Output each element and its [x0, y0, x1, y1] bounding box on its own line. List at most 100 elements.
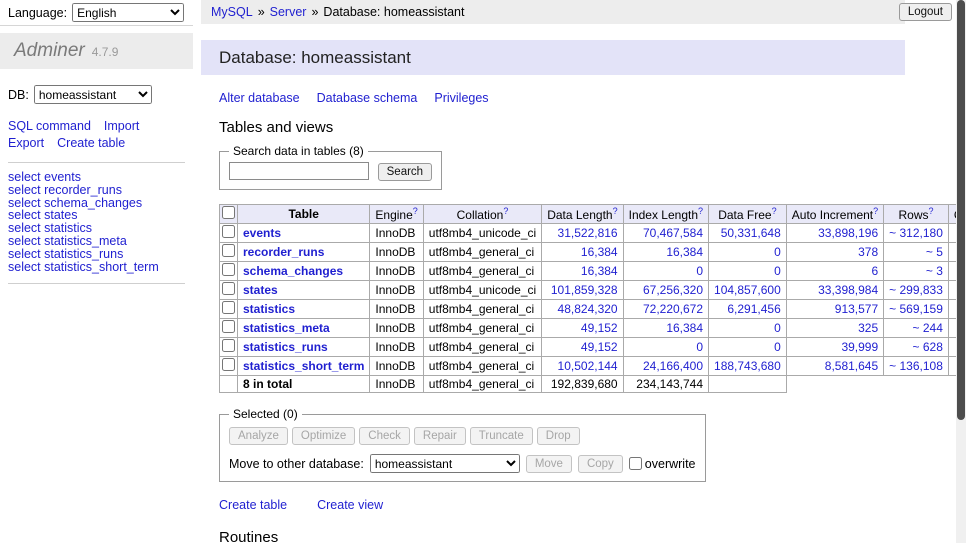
- breadcrumb-link-mysql[interactable]: MySQL: [211, 5, 253, 19]
- help-icon[interactable]: ?: [613, 206, 618, 216]
- sidebar-item-select-statistics-runs[interactable]: select statistics_runs: [8, 248, 185, 261]
- table-name-link[interactable]: schema_changes: [243, 264, 343, 278]
- sidebar-link-export[interactable]: Export: [8, 136, 44, 150]
- search-input[interactable]: [229, 162, 369, 180]
- data-free-link[interactable]: 0: [774, 245, 781, 259]
- overwrite-checkbox[interactable]: [629, 457, 642, 470]
- row-checkbox[interactable]: [222, 225, 235, 238]
- create-view-link[interactable]: Create view: [317, 498, 383, 512]
- row-checkbox[interactable]: [222, 320, 235, 333]
- repair-button[interactable]: Repair: [414, 427, 466, 445]
- index-length-link[interactable]: 16,384: [666, 321, 703, 335]
- data-free-link[interactable]: 0: [774, 321, 781, 335]
- rows-count-link[interactable]: ~ 312,180: [889, 226, 943, 240]
- select-all-checkbox[interactable]: [222, 206, 235, 219]
- row-checkbox[interactable]: [222, 301, 235, 314]
- auto-increment-link[interactable]: 325: [858, 321, 878, 335]
- copy-button[interactable]: Copy: [578, 455, 623, 473]
- index-length-link[interactable]: 16,384: [666, 245, 703, 259]
- sidebar-link-import[interactable]: Import: [104, 119, 139, 133]
- auto-increment-link[interactable]: 33,898,196: [818, 226, 878, 240]
- create-table-link[interactable]: Create table: [219, 498, 287, 512]
- vertical-scrollbar[interactable]: [956, 0, 966, 543]
- table-name-link[interactable]: recorder_runs: [243, 245, 324, 259]
- rows-count-link[interactable]: ~ 628: [913, 340, 943, 354]
- table-name-link[interactable]: statistics_runs: [243, 340, 328, 354]
- data-length-link[interactable]: 31,522,816: [558, 226, 618, 240]
- help-icon[interactable]: ?: [873, 206, 878, 216]
- language-select[interactable]: English: [72, 3, 184, 22]
- index-length-link[interactable]: 70,467,584: [643, 226, 703, 240]
- help-icon[interactable]: ?: [503, 206, 508, 216]
- check-button[interactable]: Check: [359, 427, 410, 445]
- data-free-link[interactable]: 6,291,456: [727, 302, 780, 316]
- rows-count-link[interactable]: ~ 569,159: [889, 302, 943, 316]
- index-length-link[interactable]: 24,166,400: [643, 359, 703, 373]
- sidebar-item-select-statistics-short-term[interactable]: select statistics_short_term: [8, 261, 185, 274]
- auto-increment-link[interactable]: 8,581,645: [825, 359, 878, 373]
- truncate-button[interactable]: Truncate: [470, 427, 533, 445]
- table-name-link[interactable]: statistics: [243, 302, 295, 316]
- help-icon[interactable]: ?: [413, 206, 418, 216]
- row-checkbox[interactable]: [222, 358, 235, 371]
- auto-increment-link[interactable]: 378: [858, 245, 878, 259]
- sidebar-item-select-events[interactable]: select events: [8, 171, 185, 184]
- logout-button[interactable]: Logout: [899, 3, 952, 21]
- auto-increment-link[interactable]: 913,577: [835, 302, 878, 316]
- table-name-link[interactable]: states: [243, 283, 278, 297]
- row-checkbox[interactable]: [222, 244, 235, 257]
- table-row: statistics_runs InnoDB utf8mb4_general_c…: [220, 338, 966, 357]
- data-length-link[interactable]: 16,384: [581, 245, 618, 259]
- search-button[interactable]: Search: [378, 163, 432, 181]
- data-free-link[interactable]: 104,857,600: [714, 283, 781, 297]
- db-select[interactable]: homeassistant: [34, 85, 152, 104]
- data-free-link[interactable]: 50,331,648: [721, 226, 781, 240]
- sidebar-link-create-table[interactable]: Create table: [57, 136, 125, 150]
- adminer-logo[interactable]: Adminer: [14, 40, 85, 62]
- index-length-link[interactable]: 67,256,320: [643, 283, 703, 297]
- alter-database-link[interactable]: Alter database: [219, 91, 300, 105]
- move-db-select[interactable]: homeassistant: [370, 454, 520, 473]
- data-length-link[interactable]: 10,502,144: [558, 359, 618, 373]
- drop-button[interactable]: Drop: [537, 427, 580, 445]
- help-icon[interactable]: ?: [929, 206, 934, 216]
- index-length-link[interactable]: 0: [696, 340, 703, 354]
- data-free-link[interactable]: 188,743,680: [714, 359, 781, 373]
- auto-increment-link[interactable]: 6: [871, 264, 878, 278]
- scrollbar-thumb[interactable]: [957, 0, 965, 420]
- privileges-link[interactable]: Privileges: [434, 91, 488, 105]
- rows-count-link[interactable]: ~ 244: [913, 321, 943, 335]
- row-checkbox[interactable]: [222, 263, 235, 276]
- sidebar-item-select-statistics-meta[interactable]: select statistics_meta: [8, 235, 185, 248]
- help-icon[interactable]: ?: [698, 206, 703, 216]
- data-free-link[interactable]: 0: [774, 264, 781, 278]
- data-length-link[interactable]: 16,384: [581, 264, 618, 278]
- sidebar-link-sql-command[interactable]: SQL command: [8, 119, 91, 133]
- sidebar-item-select-recorder-runs[interactable]: select recorder_runs: [8, 184, 185, 197]
- optimize-button[interactable]: Optimize: [292, 427, 355, 445]
- row-checkbox[interactable]: [222, 339, 235, 352]
- table-name-link[interactable]: statistics_meta: [243, 321, 330, 335]
- auto-increment-link[interactable]: 39,999: [841, 340, 878, 354]
- index-length-link[interactable]: 72,220,672: [643, 302, 703, 316]
- rows-count-link[interactable]: ~ 136,108: [889, 359, 943, 373]
- move-button[interactable]: Move: [526, 455, 572, 473]
- adminer-version[interactable]: 4.7.9: [92, 45, 119, 59]
- rows-count-link[interactable]: ~ 299,833: [889, 283, 943, 297]
- database-schema-link[interactable]: Database schema: [317, 91, 418, 105]
- data-length-link[interactable]: 49,152: [581, 340, 618, 354]
- row-checkbox[interactable]: [222, 282, 235, 295]
- rows-count-link[interactable]: ~ 5: [926, 245, 943, 259]
- auto-increment-link[interactable]: 33,398,984: [818, 283, 878, 297]
- help-icon[interactable]: ?: [772, 206, 777, 216]
- data-length-link[interactable]: 49,152: [581, 321, 618, 335]
- breadcrumb-link-server[interactable]: Server: [270, 5, 307, 19]
- table-name-link[interactable]: events: [243, 226, 281, 240]
- data-length-link[interactable]: 101,859,328: [551, 283, 618, 297]
- data-free-link[interactable]: 0: [774, 340, 781, 354]
- table-name-link[interactable]: statistics_short_term: [243, 359, 364, 373]
- analyze-button[interactable]: Analyze: [229, 427, 288, 445]
- rows-count-link[interactable]: ~ 3: [926, 264, 943, 278]
- index-length-link[interactable]: 0: [696, 264, 703, 278]
- data-length-link[interactable]: 48,824,320: [558, 302, 618, 316]
